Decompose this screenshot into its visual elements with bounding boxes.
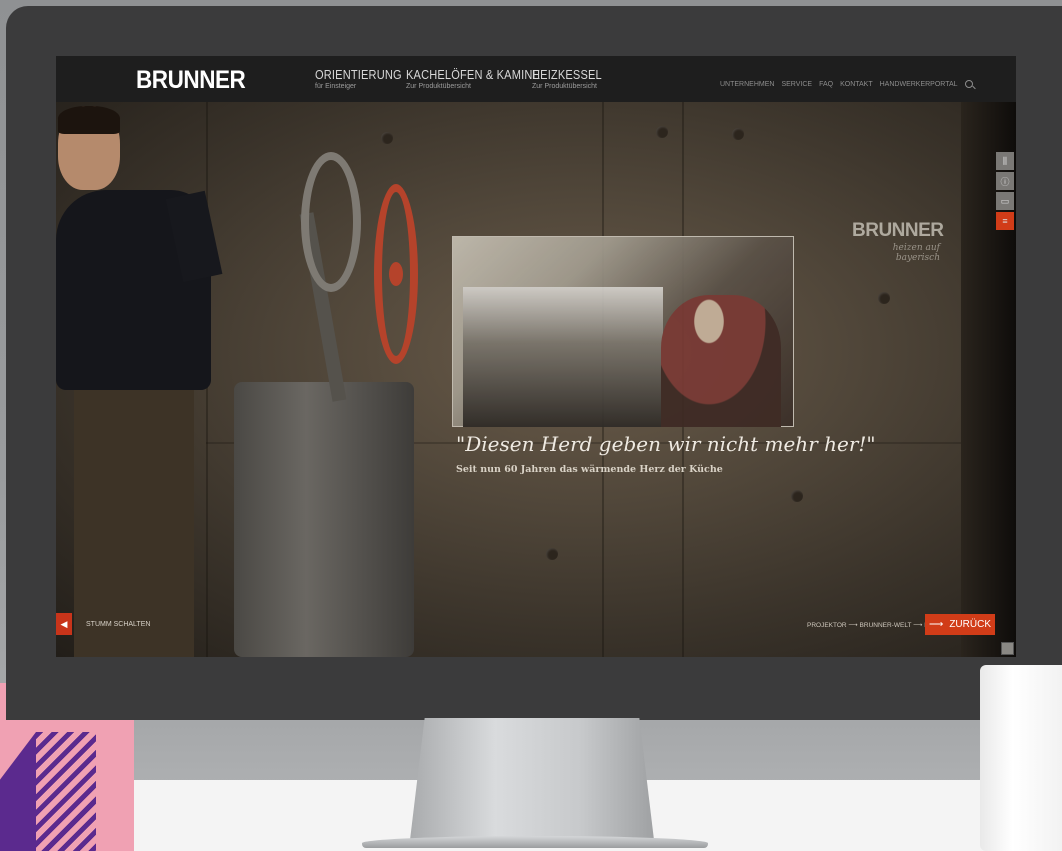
mute-label[interactable]: STUMM SCHALTEN xyxy=(86,621,150,628)
hero-quote: "Diesen Herd geben wir nicht mehr her!" xyxy=(456,432,876,456)
utility-link-unternehmen[interactable]: UNTERNEHMEN xyxy=(720,81,774,88)
search-icon[interactable] xyxy=(964,80,973,88)
arrow-right-icon: ⟶ xyxy=(928,619,944,630)
video-stove xyxy=(463,287,663,427)
utility-links: UNTERNEHMEN SERVICE FAQ KONTAKT HANDWERK… xyxy=(720,80,973,88)
back-button-label: ZURÜCK xyxy=(949,619,991,630)
wall-bolt xyxy=(656,126,668,138)
speaker-icon: ◀ xyxy=(60,618,68,629)
side-toolbar: ⫼ ⓘ ▭ ≡ xyxy=(996,152,1014,230)
nav-item-title: KACHELÖFEN & KAMINE xyxy=(406,67,541,82)
mute-button[interactable]: ◀ xyxy=(56,613,72,635)
nav-item-subtitle: Zur Produktübersicht xyxy=(532,83,597,90)
brunner-logo[interactable]: BRUNNER xyxy=(136,66,246,95)
wall-bolt xyxy=(791,490,803,502)
hero-scene: "Diesen Herd geben wir nicht mehr her!" … xyxy=(56,102,1016,657)
wall-brand-logo: BRUNNER heizen auf bayerisch xyxy=(852,220,944,263)
utility-link-faq[interactable]: FAQ xyxy=(819,81,833,88)
monitor-screen: BRUNNER ORIENTIERUNG für Einsteiger KACH… xyxy=(56,56,1016,657)
wall-bolt xyxy=(381,132,393,144)
man-figure-hair xyxy=(58,106,120,134)
wall-bolt xyxy=(732,128,744,140)
utility-link-service[interactable]: SERVICE xyxy=(781,81,812,88)
monitor-stand xyxy=(410,718,654,840)
decorative-stripes xyxy=(36,732,96,851)
wall-bolt xyxy=(546,548,558,560)
man-figure-legs xyxy=(74,382,194,657)
info-icon[interactable]: ⓘ xyxy=(996,172,1014,190)
projected-video[interactable] xyxy=(452,236,794,427)
wall-brand-tagline: heizen auf bayerisch xyxy=(892,243,940,263)
nav-item-heizkessel[interactable]: HEIZKESSEL Zur Produktübersicht xyxy=(532,67,614,90)
nav-item-orientierung[interactable]: ORIENTIERUNG für Einsteiger xyxy=(315,67,417,90)
back-button[interactable]: ⟶ ZURÜCK xyxy=(925,614,995,635)
man-figure-head xyxy=(58,106,120,190)
nav-item-subtitle: für Einsteiger xyxy=(315,83,357,90)
white-cup xyxy=(980,665,1062,851)
utility-link-handwerkerportal[interactable]: HANDWERKERPORTAL xyxy=(880,81,958,88)
video-woman xyxy=(661,295,781,427)
nav-item-title: ORIENTIERUNG xyxy=(315,67,402,82)
chat-icon[interactable]: ▭ xyxy=(996,192,1014,210)
projector-reel-hub xyxy=(389,262,403,286)
fullscreen-icon[interactable] xyxy=(1001,642,1014,655)
wall-brand-name: BRUNNER xyxy=(852,220,944,241)
top-navigation: BRUNNER ORIENTIERUNG für Einsteiger KACH… xyxy=(56,56,1016,102)
utility-link-kontakt[interactable]: KONTAKT xyxy=(840,81,873,88)
hero-subquote: Seit nun 60 Jahren das wärmende Herz der… xyxy=(456,464,723,475)
breadcrumb[interactable]: PROJEKTOR ⟶ BRUNNER-WELT ⟶ HOME xyxy=(807,621,944,629)
document-icon[interactable]: ≡ xyxy=(996,212,1014,230)
nav-item-title: HEIZKESSEL xyxy=(532,67,602,82)
monitor-base xyxy=(362,836,708,848)
wall-bolt xyxy=(878,292,890,304)
projector-reel-grey xyxy=(301,152,361,292)
sliders-icon[interactable]: ⫼ xyxy=(996,152,1014,170)
film-projector xyxy=(234,382,414,657)
